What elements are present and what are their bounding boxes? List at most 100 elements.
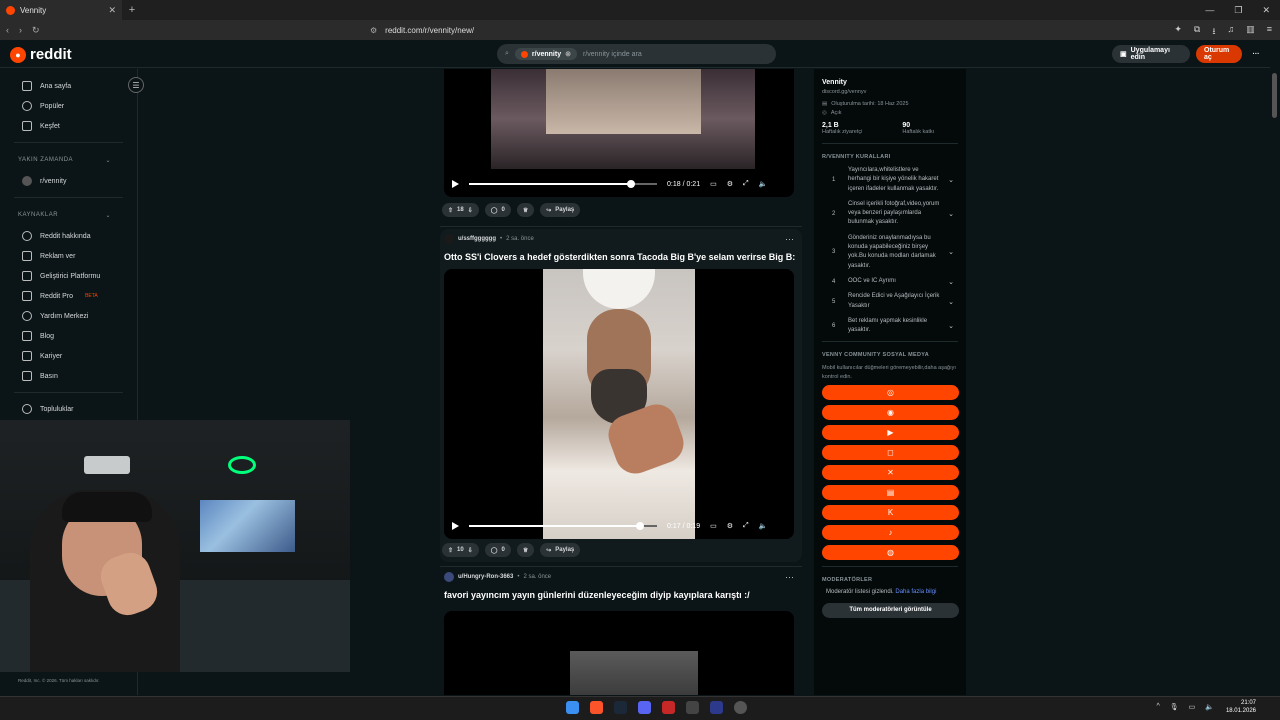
settings-icon[interactable]: ⚙ xyxy=(727,522,733,530)
post-author[interactable]: u/ssffgggggg xyxy=(458,236,496,242)
steam-icon[interactable] xyxy=(614,701,627,714)
sidebar-item-home[interactable]: Ana sayfa xyxy=(0,76,137,96)
menu-icon[interactable]: ≡ xyxy=(1267,24,1272,40)
social-link-button[interactable]: ◎ xyxy=(822,384,959,400)
upvote-icon[interactable]: ⇧ xyxy=(448,207,453,214)
sidebar-item-help[interactable]: Yardım Merkezi xyxy=(0,306,137,326)
captions-icon[interactable]: ▭ xyxy=(710,180,717,188)
reload-icon[interactable]: ↻ xyxy=(32,25,40,36)
search-community-chip[interactable]: r/vennity ⊗ xyxy=(514,48,577,60)
forward-icon[interactable]: › xyxy=(19,25,22,35)
sidebar-item-press[interactable]: Basın xyxy=(0,366,137,386)
address-bar[interactable]: ⚙ reddit.com/r/vennity/new/ xyxy=(370,24,910,37)
social-link-button[interactable]: ◉ xyxy=(822,404,959,420)
rule-item[interactable]: 5 Rencide Edici ve Aşağılayıcı İçerik Yas… xyxy=(822,292,958,311)
sidebar-item-reddit-pro[interactable]: Reddit Pro BETA xyxy=(0,286,137,306)
downvote-icon[interactable]: ⇩ xyxy=(468,207,473,214)
social-link-button[interactable]: ✕ xyxy=(822,464,959,480)
puzzle-icon[interactable]: ⧉ xyxy=(1194,24,1200,40)
learn-more-link[interactable]: Daha fazla bilgi xyxy=(895,589,936,595)
new-tab-icon[interactable]: + xyxy=(122,4,142,16)
search-input[interactable]: r/vennity içinde ara xyxy=(583,51,642,58)
resources-section-header[interactable]: KAYNAKLAR ⌄ xyxy=(0,204,137,226)
social-link-button[interactable]: K xyxy=(822,504,959,520)
video-progress-bar[interactable] xyxy=(469,522,657,530)
comments-button[interactable]: ◯ 0 xyxy=(484,543,511,557)
page-scrollbar[interactable] xyxy=(1270,69,1280,695)
app-icon[interactable] xyxy=(710,701,723,714)
download-icon[interactable]: ⭳ xyxy=(1212,24,1215,40)
community-link[interactable]: discord.gg/vennyv xyxy=(822,89,958,95)
user-avatar[interactable] xyxy=(444,234,454,244)
sidebar-item-communities[interactable]: Topluluklar xyxy=(0,399,137,419)
windows-start-icon[interactable] xyxy=(566,701,579,714)
social-link-button[interactable]: ▶ xyxy=(822,424,959,440)
volume-icon[interactable]: 🔈 xyxy=(759,180,768,188)
sidebar-item-popular[interactable]: Popüler xyxy=(0,96,137,116)
play-icon[interactable] xyxy=(452,522,459,530)
chevron-up-icon[interactable]: ^ xyxy=(1156,703,1159,711)
video-player[interactable]: 0:17 / 0:19 ▭ ⚙ ⤢ 🔈 xyxy=(444,269,794,539)
play-icon[interactable] xyxy=(452,180,459,188)
sidebar-item-explore[interactable]: Keşfet xyxy=(0,116,137,136)
recent-section-header[interactable]: YAKIN ZAMANDA ⌄ xyxy=(0,149,137,171)
social-link-button[interactable]: ▤ xyxy=(822,484,959,500)
fullscreen-icon[interactable]: ⤢ xyxy=(743,522,749,530)
taskbar-clock[interactable]: 21:07 18.01.2026 xyxy=(1226,700,1256,716)
app-icon[interactable] xyxy=(734,701,747,714)
progress-knob[interactable] xyxy=(626,180,635,188)
progress-knob[interactable] xyxy=(636,522,645,530)
share-button[interactable]: ↪ Paylaş xyxy=(540,203,581,217)
sidebar-item-about[interactable]: Reddit hakkında xyxy=(0,226,137,246)
sidebar-item-blog[interactable]: Blog xyxy=(0,326,137,346)
user-avatar[interactable] xyxy=(444,572,454,582)
comments-button[interactable]: ◯ 0 xyxy=(484,203,511,217)
downvote-icon[interactable]: ⇩ xyxy=(468,547,473,554)
sidebar-toggle-icon[interactable]: ▥ xyxy=(1246,24,1255,40)
sidebar-item-developer[interactable]: Geliştirici Platformu xyxy=(0,266,137,286)
rule-item[interactable]: 4 OOC ve IC Ayrımı ⌄ xyxy=(822,277,958,286)
minimize-icon[interactable]: — xyxy=(1205,5,1214,16)
vote-buttons[interactable]: ⇧ 10 ⇩ xyxy=(442,543,479,557)
discord-icon[interactable] xyxy=(638,701,651,714)
close-tab-icon[interactable]: ✕ xyxy=(108,5,116,16)
captions-icon[interactable]: ▭ xyxy=(710,522,717,530)
video-player[interactable] xyxy=(444,611,794,695)
scrollbar-thumb[interactable] xyxy=(1272,73,1277,118)
back-icon[interactable]: ‹ xyxy=(6,25,9,35)
social-link-button[interactable]: ◻ xyxy=(822,444,959,460)
upvote-icon[interactable]: ⇧ xyxy=(448,547,453,554)
sidebar-item-careers[interactable]: Kariyer xyxy=(0,346,137,366)
get-app-button[interactable]: ▣ Uygulamayı edin xyxy=(1112,45,1190,63)
brave-browser-icon[interactable] xyxy=(590,701,603,714)
award-button[interactable]: ♕ xyxy=(516,543,535,557)
fullscreen-icon[interactable]: ⤢ xyxy=(743,180,749,188)
rule-item[interactable]: 1 Yayıncılara,whitelistlere ve herhangi b… xyxy=(822,166,958,194)
site-info-icon[interactable]: ⚙ xyxy=(370,26,377,35)
sidebar-item-vennity[interactable]: r/vennity xyxy=(0,171,137,191)
rule-item[interactable]: 6 Bet reklamı yapmak kesinlikle yasaktır.… xyxy=(822,317,958,336)
rule-item[interactable]: 2 Cinsel içerikli fotoğraf,video,yorum ve… xyxy=(822,200,958,228)
app-icon[interactable] xyxy=(662,701,675,714)
network-icon[interactable]: ▭ xyxy=(1189,703,1196,711)
media-icon[interactable]: ♫ xyxy=(1227,24,1234,40)
post-card[interactable]: u/ssffgggggg • 2 sa. önce ··· Otto SS'i … xyxy=(440,229,802,562)
reddit-logo[interactable]: ● reddit xyxy=(10,46,72,63)
post-more-icon[interactable]: ··· xyxy=(785,572,802,582)
view-all-moderators-button[interactable]: Tüm moderatörleri görüntüle xyxy=(822,602,959,618)
post-title[interactable]: Otto SS'i Clovers a hedef gösterdikten s… xyxy=(440,247,802,267)
microphone-icon[interactable]: 🎙 xyxy=(1170,703,1179,711)
post-more-icon[interactable]: ··· xyxy=(785,234,802,244)
video-player[interactable]: 0:18 / 0:21 ▭ ⚙ ⤢ 🔈 xyxy=(444,69,794,197)
rule-item[interactable]: 3 Gönderiniz onaylanmadıysa bu konuda yap… xyxy=(822,234,958,271)
social-link-button[interactable]: ◍ xyxy=(822,544,959,560)
vote-buttons[interactable]: ⇧ 18 ⇩ xyxy=(442,203,479,217)
sidebar-item-advertise[interactable]: Reklam ver xyxy=(0,246,137,266)
close-window-icon[interactable]: ✕ xyxy=(1262,5,1270,16)
more-options-icon[interactable]: ··· xyxy=(1246,45,1266,63)
award-button[interactable]: ♕ xyxy=(516,203,535,217)
settings-icon[interactable]: ⚙ xyxy=(727,180,733,188)
volume-icon[interactable]: 🔈 xyxy=(759,522,768,530)
extension-icon[interactable]: ✦ xyxy=(1174,24,1182,40)
collapse-sidebar-icon[interactable]: ☰ xyxy=(128,77,144,93)
